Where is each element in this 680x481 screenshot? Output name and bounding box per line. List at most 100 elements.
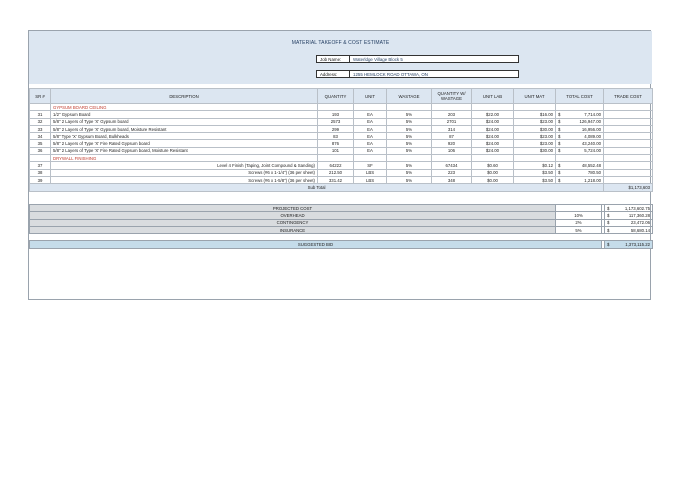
table-cell[interactable] — [555, 102, 604, 112]
total-cost-cell[interactable]: $5,724.00 — [555, 146, 604, 156]
sr-cell[interactable]: 39 — [29, 175, 51, 185]
trade-cost-cell[interactable] — [603, 117, 653, 126]
description-cell[interactable]: Level 4 Finish (Taping, Joint Compound &… — [50, 161, 318, 170]
quantity-wastage-cell[interactable]: 106 — [431, 146, 472, 156]
insurance-percent[interactable]: 5% — [555, 225, 602, 235]
table-cell[interactable] — [471, 102, 514, 112]
projected-cost-percent[interactable] — [555, 203, 602, 213]
table-cell[interactable] — [431, 102, 472, 112]
total-cost-cell[interactable]: $7,714.00 — [555, 110, 604, 119]
unit-lab-cell[interactable]: $0.00 — [471, 168, 514, 177]
unit-mat-cell[interactable]: $3.50 — [513, 168, 556, 177]
wastage-cell[interactable]: 5% — [386, 132, 432, 141]
contingency-value-cell[interactable]: $23,472.06 — [604, 218, 653, 227]
sr-cell[interactable]: 34 — [29, 132, 51, 141]
total-cost-cell[interactable]: $1,218.00 — [555, 175, 604, 185]
description-cell[interactable]: Screws (#6 x 1-5/8") (36 per sheet) — [50, 175, 318, 185]
description-cell[interactable]: 1/2" Gypsum Board — [50, 110, 318, 119]
projected-cost-value-cell[interactable]: $1,173,602.75 — [604, 203, 653, 213]
wastage-cell[interactable]: 5% — [386, 168, 432, 177]
description-cell[interactable]: 5/8" 2 Layers of Type 'X' Fire Rated Gyp… — [50, 146, 318, 156]
unit-lab-cell[interactable]: $22.00 — [471, 110, 514, 119]
quantity-cell[interactable]: 876 — [317, 139, 354, 148]
unit-lab-cell[interactable]: $0.60 — [471, 161, 514, 170]
unit-cell[interactable]: EA — [353, 124, 387, 134]
suggested-bid-label[interactable]: SUGGESTED BID — [29, 240, 602, 249]
total-cost-cell[interactable]: $4,089.00 — [555, 132, 604, 141]
unit-mat-cell[interactable]: $0.12 — [513, 161, 556, 170]
sr-cell[interactable]: 36 — [29, 146, 51, 156]
table-cell[interactable] — [555, 154, 604, 163]
description-cell[interactable]: 5/8" Type 'X' Gypsum Board, Bulkheads — [50, 132, 318, 141]
category-title[interactable]: DRYWALL FINISHING — [50, 154, 318, 163]
table-cell[interactable] — [317, 154, 354, 163]
quantity-wastage-cell[interactable]: 223 — [431, 168, 472, 177]
unit-cell[interactable]: SF — [353, 161, 387, 170]
unit-mat-cell[interactable]: $30.00 — [513, 124, 556, 134]
col-header-quantity-wastage[interactable]: QUANTITY W/ WASTAGE — [431, 88, 472, 104]
unit-lab-cell[interactable]: $24.00 — [471, 124, 514, 134]
quantity-wastage-cell[interactable]: 2701 — [431, 117, 472, 126]
quantity-wastage-cell[interactable]: 348 — [431, 175, 472, 185]
trade-cost-cell[interactable] — [603, 139, 653, 148]
total-cost-cell[interactable]: $48,552.48 — [555, 161, 604, 170]
total-cost-cell[interactable]: $126,947.00 — [555, 117, 604, 126]
unit-cell[interactable]: EA — [353, 132, 387, 141]
unit-lab-cell[interactable]: $24.00 — [471, 139, 514, 148]
trade-cost-cell[interactable] — [603, 146, 653, 156]
col-header-unit[interactable]: UNIT — [353, 88, 387, 104]
sr-cell[interactable]: 35 — [29, 139, 51, 148]
col-header-total-cost[interactable]: TOTAL COST — [555, 88, 604, 104]
col-header-unit-lab[interactable]: UNIT LAB — [471, 88, 514, 104]
unit-cell[interactable]: EA — [353, 139, 387, 148]
table-cell[interactable] — [513, 154, 556, 163]
sr-cell[interactable]: 37 — [29, 161, 51, 170]
unit-lab-cell[interactable]: $24.00 — [471, 146, 514, 156]
wastage-cell[interactable]: 5% — [386, 175, 432, 185]
unit-lab-cell[interactable]: $24.00 — [471, 117, 514, 126]
wastage-cell[interactable]: 5% — [386, 161, 432, 170]
quantity-wastage-cell[interactable]: 314 — [431, 124, 472, 134]
unit-cell[interactable]: LBS — [353, 175, 387, 185]
quantity-wastage-cell[interactable]: 67434 — [431, 161, 472, 170]
table-cell[interactable] — [386, 154, 432, 163]
description-cell[interactable]: 5/8" 2 Layers of Type 'X' Gypsum board — [50, 117, 318, 126]
table-cell[interactable] — [353, 102, 387, 112]
sr-cell[interactable]: 31 — [29, 110, 51, 119]
wastage-cell[interactable]: 5% — [386, 139, 432, 148]
total-cost-cell[interactable]: $16,956.00 — [555, 124, 604, 134]
table-cell[interactable] — [353, 154, 387, 163]
table-cell[interactable] — [317, 102, 354, 112]
sr-cell[interactable]: 32 — [29, 117, 51, 126]
col-header-sr[interactable]: SR # — [29, 88, 51, 104]
job-name-value[interactable]: Waterldge Village Block 5 — [353, 57, 403, 62]
contingency-label[interactable]: CONTINGENCY — [29, 218, 556, 227]
table-cell[interactable] — [29, 154, 51, 163]
wastage-cell[interactable]: 5% — [386, 110, 432, 119]
wastage-cell[interactable]: 5% — [386, 124, 432, 134]
contingency-percent[interactable]: 2% — [555, 218, 602, 227]
insurance-value-cell[interactable]: $58,680.14 — [604, 225, 653, 235]
overhead-percent[interactable]: 10% — [555, 211, 602, 220]
quantity-cell[interactable]: 64222 — [317, 161, 354, 170]
projected-cost-label[interactable]: PROJECTED COST — [29, 203, 556, 213]
unit-cell[interactable]: LBS — [353, 168, 387, 177]
col-header-quantity[interactable]: QUANTITY — [317, 88, 354, 104]
table-cell[interactable] — [471, 154, 514, 163]
quantity-cell[interactable]: 83 — [317, 132, 354, 141]
subtotal-value[interactable]: $1,173,603 — [603, 183, 653, 192]
trade-cost-cell[interactable] — [603, 110, 653, 119]
unit-mat-cell[interactable]: $23.00 — [513, 117, 556, 126]
quantity-cell[interactable]: 331.42 — [317, 175, 354, 185]
suggested-bid-value-cell[interactable]: $1,373,115.22 — [604, 240, 653, 249]
overhead-label[interactable]: OVERHEAD — [29, 211, 556, 220]
unit-mat-cell[interactable]: $3.50 — [513, 175, 556, 185]
total-cost-cell[interactable]: $780.50 — [555, 168, 604, 177]
category-title[interactable]: GYPSUM BOARD CEILING — [50, 102, 318, 112]
table-cell[interactable] — [603, 154, 653, 163]
unit-mat-cell[interactable]: $16.00 — [513, 110, 556, 119]
col-header-unit-mat[interactable]: UNIT MAT — [513, 88, 556, 104]
table-cell[interactable] — [29, 102, 51, 112]
job-name-field[interactable]: Job Name: Waterldge Village Block 5 — [316, 55, 519, 63]
col-header-wastage[interactable]: WASTAGE — [386, 88, 432, 104]
